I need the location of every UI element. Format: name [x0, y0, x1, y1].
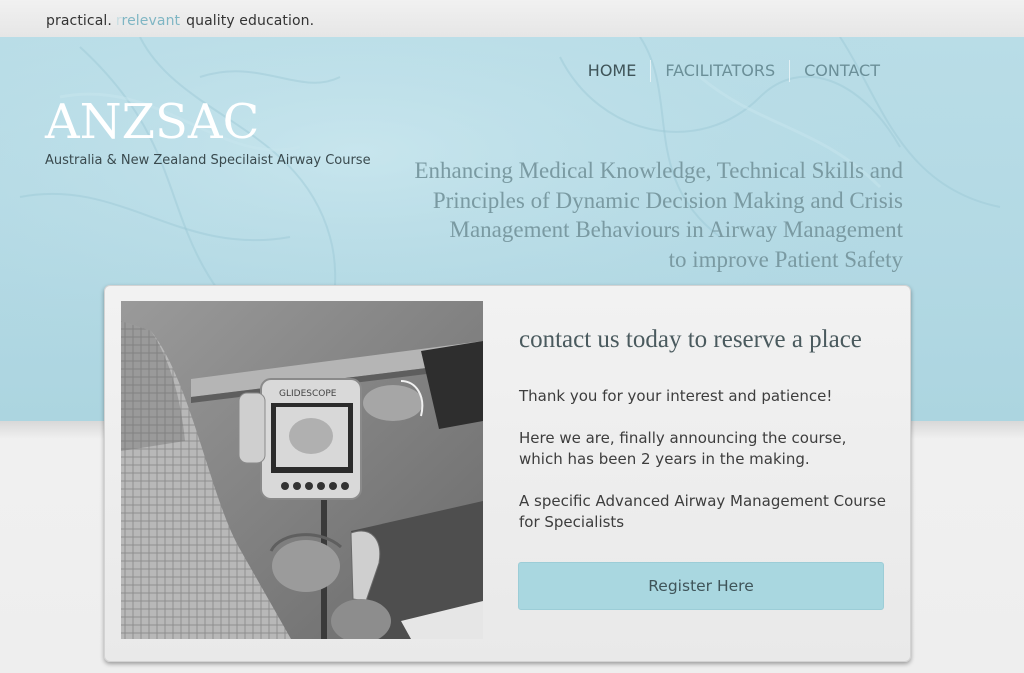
nav-home[interactable]: HOME [574, 61, 651, 81]
card-paragraph: Thank you for your interest and patience… [519, 387, 833, 405]
site-logo[interactable]: ANZSAC [45, 96, 259, 148]
tagline-word-relevant: relevant [121, 13, 181, 29]
page: practical.rrelevantquality education. [0, 0, 1024, 673]
card-paragraph: A specific Advanced Airway Management Co… [519, 492, 886, 531]
nav-facilitators[interactable]: FACILITATORS [651, 61, 789, 81]
tagline-word-quality: quality education. [186, 13, 315, 29]
card-body: Thank you for your interest and patience… [519, 386, 891, 554]
top-bar: practical. rrelevant quality education. [0, 0, 1024, 38]
headline-line: Enhancing Medical Knowledge, Technical S… [414, 158, 903, 183]
headline-line: to improve Patient Safety [668, 246, 903, 272]
glidescope-photo-illustration: GLIDESCOPE [121, 301, 483, 639]
site-subtitle: Australia & New Zealand Specilaist Airwa… [45, 153, 371, 168]
headline-line: Principles of Dynamic Decision Making an… [432, 187, 903, 213]
headline-line: Management Behaviours in Airway Manageme… [449, 217, 904, 242]
tagline-word-practical: practical. [46, 13, 112, 29]
register-button[interactable]: Register Here [518, 562, 884, 610]
main-nav: HOME FACILITATORS CONTACT [574, 60, 896, 82]
nav-contact[interactable]: CONTACT [790, 61, 896, 81]
card-paragraph: Here we are, finally announcing the cour… [519, 429, 847, 468]
hero-headline: Enhancing Medical Knowledge, Technical S… [383, 156, 903, 274]
card-title: contact us today to reserve a place [519, 326, 862, 353]
tagline: practical. rrelevant quality education. [46, 13, 315, 29]
device-brand-label: GLIDESCOPE [279, 389, 337, 399]
content-card: GLIDESCOPE contact us today to reserve a… [104, 285, 911, 662]
course-photo: GLIDESCOPE [121, 301, 483, 639]
